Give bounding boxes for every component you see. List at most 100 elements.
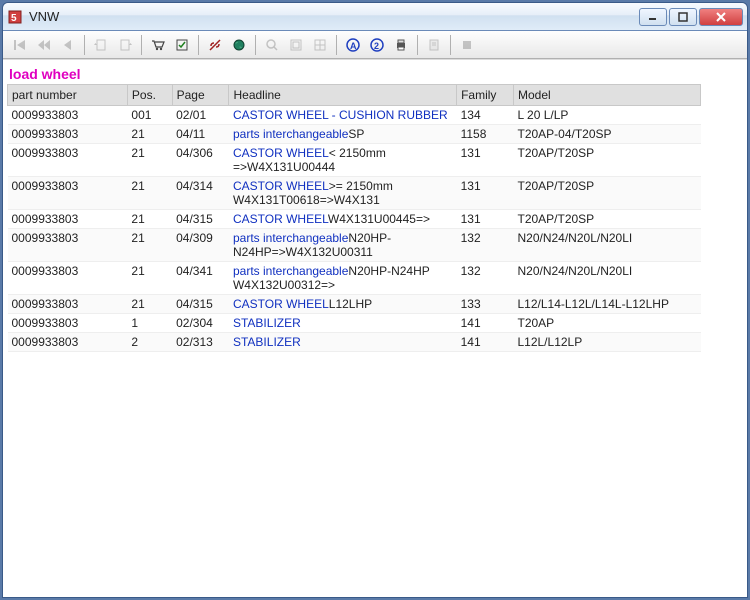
table-row[interactable]: 00099338032104/11parts interchangeableSP… [8,125,701,144]
separator [198,35,199,55]
cell-pos: 21 [127,177,172,210]
cell-model: T20AP-04/T20SP [513,125,700,144]
table-row[interactable]: 00099338032104/309parts interchangeableN… [8,229,701,262]
cell-page: 04/309 [172,229,229,262]
separator [450,35,451,55]
separator [255,35,256,55]
cell-part: 0009933803 [8,210,128,229]
cell-part: 0009933803 [8,125,128,144]
table-header-row: part number Pos. Page Headline Family Mo… [8,85,701,106]
app-icon: 5 [7,9,23,25]
svg-text:5: 5 [11,13,17,24]
marker-a-icon[interactable]: A [342,34,364,56]
back-button[interactable] [57,34,79,56]
col-family[interactable]: Family [457,85,514,106]
actual-size-icon[interactable] [309,34,331,56]
cell-part: 0009933803 [8,314,128,333]
headline-link[interactable]: CASTOR WHEEL [233,146,329,160]
cell-pos: 001 [127,106,172,125]
cell-model: T20AP/T20SP [513,144,700,177]
cell-pos: 21 [127,210,172,229]
headline-link[interactable]: parts interchangeable [233,127,348,141]
headline-link[interactable]: STABILIZER [233,335,301,349]
cell-family: 132 [457,229,514,262]
table-row[interactable]: 0009933803102/304STABILIZER141T20AP [8,314,701,333]
cell-page: 02/313 [172,333,229,352]
cell-pos: 21 [127,262,172,295]
table-row[interactable]: 00099338032104/341parts interchangeableN… [8,262,701,295]
cell-headline: CASTOR WHEEL>= 2150mm W4X131T00618=>W4X1… [229,177,457,210]
col-part-number[interactable]: part number [8,85,128,106]
cell-model: L12L/L12LP [513,333,700,352]
first-button[interactable] [9,34,31,56]
cell-family: 141 [457,314,514,333]
table-row[interactable]: 00099338032104/315CASTOR WHEELL12LHP133L… [8,295,701,314]
table-row[interactable]: 00099338032104/306CASTOR WHEEL< 2150mm =… [8,144,701,177]
headline-link[interactable]: CASTOR WHEEL - CUSHION RUBBER [233,108,448,122]
table-row[interactable]: 00099338032104/315CASTOR WHEELW4X131U004… [8,210,701,229]
fit-page-icon[interactable] [285,34,307,56]
headline-link[interactable]: parts interchangeable [233,264,348,278]
zoom-icon[interactable] [261,34,283,56]
headline-link[interactable]: CASTOR WHEEL [233,212,328,226]
cell-family: 131 [457,144,514,177]
cell-family: 134 [457,106,514,125]
stop-icon[interactable] [456,34,478,56]
cell-headline: CASTOR WHEEL< 2150mm =>W4X131U00444 [229,144,457,177]
maximize-button[interactable] [669,8,697,26]
cell-headline: STABILIZER [229,333,457,352]
no-link-icon[interactable] [204,34,226,56]
cell-page: 04/315 [172,295,229,314]
headline-link[interactable]: CASTOR WHEEL [233,179,329,193]
svg-text:A: A [350,41,357,51]
headline-link[interactable]: CASTOR WHEEL [233,297,329,311]
table-row[interactable]: 000993380300102/01 CASTOR WHEEL - CUSHION… [8,106,701,125]
col-page[interactable]: Page [172,85,229,106]
cell-headline: parts interchangeableN20HP-N24HP W4X132U… [229,262,457,295]
headline-link[interactable]: STABILIZER [233,316,301,330]
note-icon[interactable] [423,34,445,56]
cell-pos: 21 [127,229,172,262]
cell-page: 04/306 [172,144,229,177]
globe-icon[interactable] [228,34,250,56]
table-row[interactable]: 0009933803202/313STABILIZER141L12L/L12LP [8,333,701,352]
cell-model: N20/N24/N20L/N20LI [513,262,700,295]
cell-headline: CASTOR WHEELW4X131U00445=> [229,210,457,229]
print-icon[interactable] [390,34,412,56]
cell-page: 04/315 [172,210,229,229]
copy-right-icon[interactable] [114,34,136,56]
col-model[interactable]: Model [513,85,700,106]
cell-part: 0009933803 [8,144,128,177]
cell-pos: 21 [127,295,172,314]
copy-left-icon[interactable] [90,34,112,56]
cell-part: 0009933803 [8,106,128,125]
close-button[interactable] [699,8,743,26]
cart-icon[interactable] [147,34,169,56]
fast-back-button[interactable] [33,34,55,56]
cell-part: 0009933803 [8,295,128,314]
checklist-icon[interactable] [171,34,193,56]
cell-part: 0009933803 [8,177,128,210]
cell-pos: 21 [127,144,172,177]
table-row[interactable]: 00099338032104/314CASTOR WHEEL>= 2150mm … [8,177,701,210]
headline-link[interactable]: parts interchangeable [233,231,348,245]
headline-rest: SP [348,127,364,141]
cell-model: L12/L14-L12L/L14L-L12LHP [513,295,700,314]
marker-2-icon[interactable]: 2 [366,34,388,56]
col-headline[interactable]: Headline [229,85,457,106]
separator [336,35,337,55]
cell-headline: parts interchangeableSP [229,125,457,144]
cell-model: T20AP/T20SP [513,177,700,210]
cell-family: 131 [457,177,514,210]
cell-page: 04/341 [172,262,229,295]
cell-page: 02/01 [172,106,229,125]
cell-page: 02/304 [172,314,229,333]
minimize-button[interactable] [639,8,667,26]
col-pos[interactable]: Pos. [127,85,172,106]
content-area: load wheel part number Pos. Page Headlin… [3,59,747,597]
window-buttons [639,8,743,26]
cell-headline: CASTOR WHEEL - CUSHION RUBBER [229,106,457,125]
cell-model: L 20 L/LP [513,106,700,125]
app-window: 5 VNW A 2 load wheel [2,2,748,598]
cell-headline: parts interchangeableN20HP-N24HP=>W4X132… [229,229,457,262]
